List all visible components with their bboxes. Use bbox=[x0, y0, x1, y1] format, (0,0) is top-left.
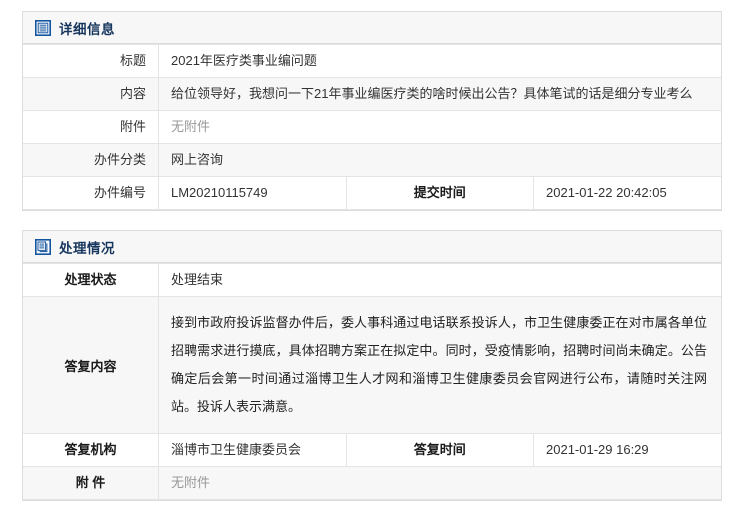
row-value-reply-attachment: 无附件 bbox=[158, 466, 721, 500]
table-row: 标题 2021年医疗类事业编问题 bbox=[23, 44, 721, 78]
panel-title-process: 处理情况 bbox=[59, 240, 115, 256]
row-value-title: 2021年医疗类事业编问题 bbox=[158, 44, 721, 78]
value-text: 2021-01-29 16:29 bbox=[546, 442, 649, 457]
row-value-reply-content: 接到市政府投诉监督办件后，委人事科通过电话联系投诉人，市卫生健康委正在对市属各单… bbox=[158, 296, 721, 434]
label-text: 提交时间 bbox=[413, 185, 466, 200]
value-text: 2021-01-22 20:42:05 bbox=[546, 185, 667, 200]
row-label-reply-attachment: 附 件 bbox=[23, 466, 159, 500]
table-row: 答复内容 接到市政府投诉监督办件后，委人事科通过电话联系投诉人，市卫生健康委正在… bbox=[23, 296, 721, 434]
row-label-reply-content: 答复内容 bbox=[23, 296, 159, 434]
label-text: 办件分类 bbox=[93, 152, 146, 167]
table-row: 附 件 无附件 bbox=[23, 466, 721, 500]
row-label-reply-org: 答复机构 bbox=[23, 433, 159, 467]
panel-header-detail: 详细信息 bbox=[23, 12, 721, 44]
table-row: 附件 无附件 bbox=[23, 110, 721, 144]
label-text: 答复时间 bbox=[413, 442, 466, 457]
panel-title-detail: 详细信息 bbox=[59, 21, 115, 37]
table-row: 办件分类 网上咨询 bbox=[23, 143, 721, 177]
panel-header-process: 处理情况 bbox=[23, 231, 721, 263]
label-text: 附件 bbox=[119, 119, 146, 134]
label-text: 处理状态 bbox=[64, 272, 117, 287]
process-status-table: 处理状态 处理结束 答复内容 接到市政府投诉监督办件后，委人事科通过电话联系投诉… bbox=[23, 263, 721, 500]
value-text: LM20210115749 bbox=[171, 185, 268, 200]
row-value-category: 网上咨询 bbox=[158, 143, 721, 177]
panel-detail-info: 详细信息 标题 2021年医疗类事业编问题 内容 给位领导好，我想问一下21年事… bbox=[22, 11, 722, 211]
value-text: 无附件 bbox=[171, 119, 211, 134]
table-row: 办件编号 LM20210115749 提交时间 2021-01-22 20:42… bbox=[23, 176, 721, 210]
row-value-submit-time: 2021-01-22 20:42:05 bbox=[533, 176, 721, 210]
page-root: 详细信息 标题 2021年医疗类事业编问题 内容 给位领导好，我想问一下21年事… bbox=[0, 0, 744, 515]
label-text: 内容 bbox=[119, 86, 146, 101]
label-text: 答复内容 bbox=[64, 358, 117, 374]
value-text: 处理结束 bbox=[171, 272, 224, 287]
panel-process-status: 处理情况 处理状态 处理结束 答复内容 接到市政府投诉监督办件后，委人事科通过电… bbox=[22, 230, 722, 501]
reply-stack-icon bbox=[35, 238, 51, 255]
row-label-submit-time: 提交时间 bbox=[345, 176, 534, 210]
document-lines-icon bbox=[35, 19, 51, 36]
table-row: 处理状态 处理结束 bbox=[23, 263, 721, 297]
table-row: 答复机构 淄博市卫生健康委员会 答复时间 2021-01-29 16:29 bbox=[23, 433, 721, 467]
table-row: 内容 给位领导好，我想问一下21年事业编医疗类的啥时候出公告？具体笔试的话是细分… bbox=[23, 77, 721, 111]
row-label-reply-time: 答复时间 bbox=[345, 433, 534, 467]
label-text: 标题 bbox=[119, 53, 146, 68]
label-text: 附 件 bbox=[75, 475, 106, 490]
row-value-status: 处理结束 bbox=[158, 263, 721, 297]
detail-info-table: 标题 2021年医疗类事业编问题 内容 给位领导好，我想问一下21年事业编医疗类… bbox=[23, 44, 721, 210]
label-text: 答复机构 bbox=[64, 442, 117, 457]
row-label-title: 标题 bbox=[23, 44, 159, 78]
value-text: 2021年医疗类事业编问题 bbox=[171, 53, 317, 68]
row-value-attachment: 无附件 bbox=[158, 110, 721, 144]
row-value-case-number: LM20210115749 bbox=[158, 176, 346, 210]
label-text: 办件编号 bbox=[93, 185, 146, 200]
value-text: 接到市政府投诉监督办件后，委人事科通过电话联系投诉人，市卫生健康委正在对市属各单… bbox=[171, 315, 707, 414]
row-label-content: 内容 bbox=[23, 77, 159, 111]
row-label-attachment: 附件 bbox=[23, 110, 159, 144]
value-text: 淄博市卫生健康委员会 bbox=[171, 442, 302, 457]
value-text: 网上咨询 bbox=[171, 152, 224, 167]
row-value-reply-org: 淄博市卫生健康委员会 bbox=[158, 433, 346, 467]
row-label-category: 办件分类 bbox=[23, 143, 159, 177]
row-value-reply-time: 2021-01-29 16:29 bbox=[533, 433, 721, 467]
value-text: 给位领导好，我想问一下21年事业编医疗类的啥时候出公告？具体笔试的话是细分专业考… bbox=[171, 86, 693, 101]
row-label-status: 处理状态 bbox=[23, 263, 159, 297]
value-text: 无附件 bbox=[171, 475, 211, 490]
row-value-content: 给位领导好，我想问一下21年事业编医疗类的啥时候出公告？具体笔试的话是细分专业考… bbox=[158, 77, 721, 111]
row-label-case-number: 办件编号 bbox=[23, 176, 159, 210]
